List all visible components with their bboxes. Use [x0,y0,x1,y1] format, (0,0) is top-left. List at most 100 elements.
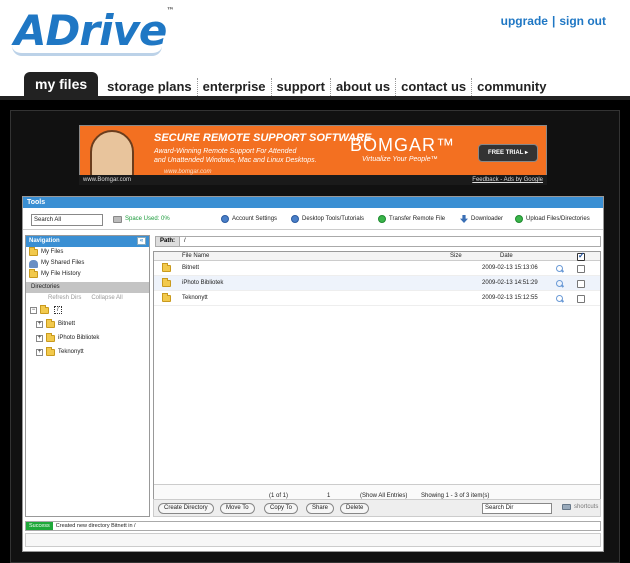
collapse-nav-button[interactable]: « [137,237,146,245]
nav-my-files-label: My Files [41,249,64,255]
tree-root[interactable]: − / [26,303,149,317]
tab-about-us[interactable]: about us [331,78,397,96]
tree-item-label: Teknonytt [58,349,84,355]
column-file-name[interactable]: File Name [182,252,209,261]
open-folder-icon [40,304,49,314]
ad-free-trial-button[interactable]: FREE TRIAL ▸ [478,144,538,162]
expand-toggle[interactable]: + [36,320,43,328]
ad-footer-url[interactable]: www.Bomgar.com [83,175,131,185]
space-used-text: Space Used: 0% [125,216,170,222]
preview-icon[interactable] [556,265,564,273]
navigation-header: Navigation « [26,236,149,247]
tree-item-teknonytt[interactable]: + Teknonytt [26,345,149,359]
create-directory-button[interactable]: Create Directory [158,503,214,514]
row-checkbox[interactable] [577,295,585,303]
search-all-input[interactable]: Search All [31,214,103,226]
tab-my-files[interactable]: my files [24,72,99,96]
ads-by-google-link[interactable]: Feedback - Ads by Google [472,175,543,185]
path-label: Path: [156,237,180,246]
column-size[interactable]: Size [450,252,462,261]
ad-footer-strip: www.Bomgar.com Feedback - Ads by Google [79,175,547,185]
downloader-label: Downloader [471,216,504,222]
transfer-remote-file-button[interactable]: Transfer Remote File [378,214,445,224]
directories-header: Directories [26,282,149,293]
folder-icon [29,269,38,278]
tools-header: Tools [23,197,603,208]
folder-icon [162,263,171,272]
file-grid: File Name Size Date Bitnett 2009-02-13 1… [153,251,601,515]
nav-shared-label: My Shared Files [41,260,85,266]
tab-storage-plans[interactable]: storage plans [102,78,198,96]
column-date[interactable]: Date [500,252,513,261]
expand-toggle[interactable]: + [36,334,43,342]
file-actions-bar: Create Directory Move To Copy To Share D… [153,499,601,517]
info-icon [221,215,229,223]
tab-community[interactable]: community [472,78,551,96]
search-dir-input[interactable]: Search Dir [482,503,552,514]
tab-enterprise[interactable]: enterprise [198,78,272,96]
plus-icon [378,215,386,223]
ad-headline: SECURE REMOTE SUPPORT SOFTWARE [154,132,372,144]
desktop-tools-label: Desktop Tools/Tutorials [302,216,365,222]
desktop-tools-button[interactable]: Desktop Tools/Tutorials [291,214,364,224]
nav-my-file-history[interactable]: My File History [26,269,149,280]
file-manager: Tools Search All Space Used: 0% Account … [22,196,604,552]
collapse-all-link[interactable]: Collapse All [91,295,122,301]
sign-out-link[interactable]: sign out [559,14,606,28]
table-row[interactable]: iPhoto Bibliotek 2009-02-13 14:51:29 [154,276,600,291]
status-badge: Success [26,522,53,530]
nav-my-files[interactable]: My Files [26,247,149,258]
preview-icon[interactable] [556,295,564,303]
downloader-button[interactable]: Downloader [460,214,503,224]
copy-to-button[interactable]: Copy To [264,503,298,514]
share-button[interactable]: Share [306,503,335,514]
table-row[interactable]: Bitnett 2009-02-13 15:13:06 [154,261,600,276]
move-to-button[interactable]: Move To [220,503,255,514]
upload-button[interactable]: Upload Files/Directories [515,214,590,224]
space-used-indicator: Space Used: 0% [113,214,170,224]
site-header: ADrive™ upgrade | sign out my files storag… [0,0,630,100]
shortcuts-icon [562,504,571,510]
folder-icon [29,247,38,256]
ad-subtitle-line-1: Award-Winning Remote Support For Attende… [154,148,297,155]
status-bar: Success Created new directory Bitnett in … [25,521,601,531]
status-message: Created new directory Bitnett in / [55,523,136,529]
ad-subtitle-line-2: and Unattended Windows, Mac and Linux De… [154,157,317,164]
table-row[interactable]: Teknonytt 2009-02-13 15:12:55 [154,291,600,306]
folder-icon [46,346,55,356]
tab-support[interactable]: support [272,78,331,96]
upload-label: Upload Files/Directories [526,216,590,222]
main-nav: my files storage plans enterprise suppor… [24,72,551,96]
grid-header: File Name Size Date [154,251,600,261]
nav-my-shared-files[interactable]: My Shared Files [26,258,149,269]
preview-icon[interactable] [556,280,564,288]
info-icon [291,215,299,223]
tree-item-iphoto[interactable]: + iPhoto Bibliotek [26,331,149,345]
row-checkbox[interactable] [577,265,585,273]
collapse-root-toggle[interactable]: − [30,306,37,314]
tab-contact-us[interactable]: contact us [396,78,473,96]
refresh-dirs-link[interactable]: Refresh Dirs [48,295,81,301]
path-value[interactable]: / [180,238,186,244]
download-icon [460,215,468,223]
tree-item-bitnett[interactable]: + Bitnett [26,317,149,331]
select-all-checkbox[interactable] [577,251,585,261]
tools-toolbar: Search All Space Used: 0% Account Settin… [23,208,603,230]
file-date: 2009-02-13 14:51:29 [482,280,538,286]
expand-toggle[interactable]: + [36,348,43,356]
row-checkbox[interactable] [577,280,585,288]
file-name[interactable]: Bitnett [182,261,199,276]
tree-item-label: iPhoto Bibliotek [58,335,100,341]
file-name[interactable]: iPhoto Bibliotek [182,276,223,291]
file-name[interactable]: Teknonytt [182,291,208,306]
plus-icon [515,215,523,223]
upgrade-link[interactable]: upgrade [501,14,548,28]
shortcuts-button[interactable]: shortcuts [562,504,598,510]
delete-button[interactable]: Delete [340,503,370,514]
account-links: upgrade | sign out [501,14,606,28]
account-settings-button[interactable]: Account Settings [221,214,277,224]
path-bar: Path: / [155,236,601,247]
folder-icon [162,293,171,302]
folder-icon [46,318,55,328]
link-separator: | [551,14,556,28]
